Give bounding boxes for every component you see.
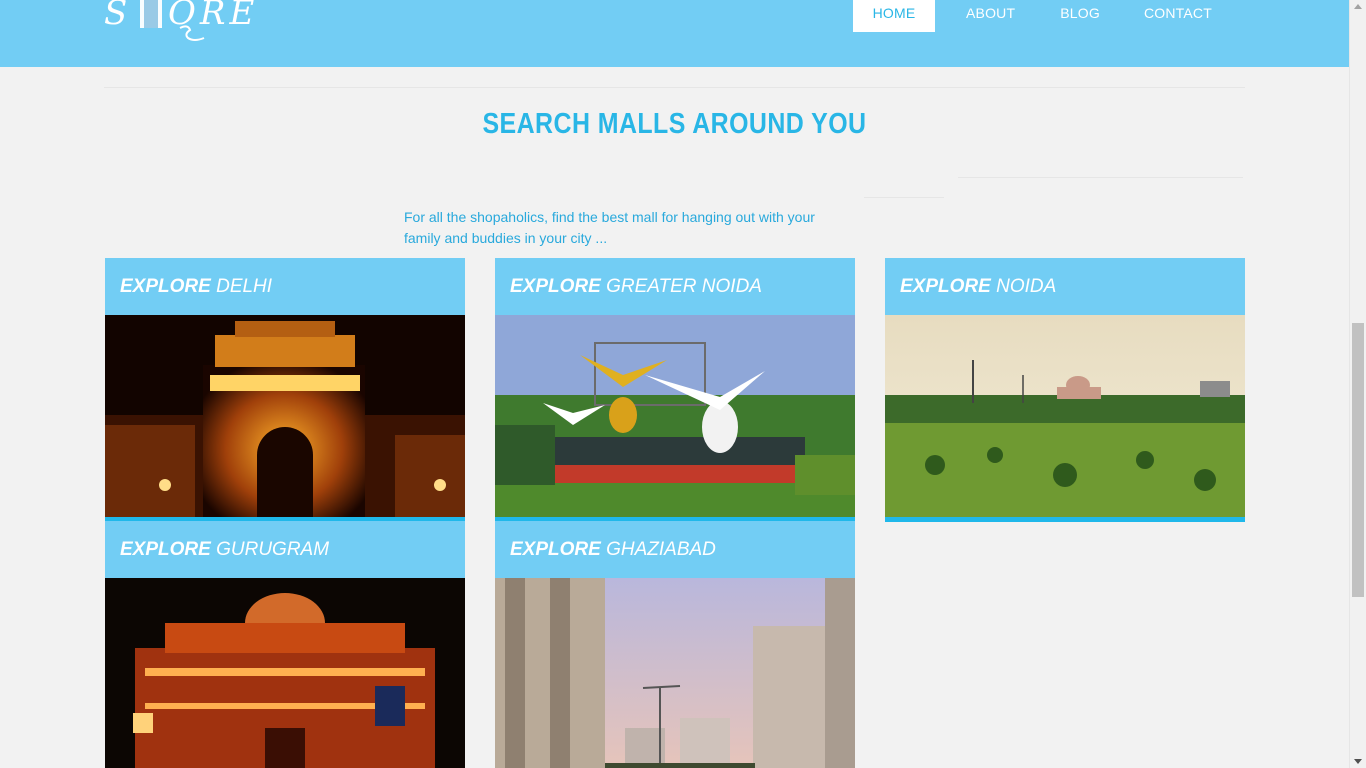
explore-card-delhi[interactable]: EXPLORE DELHI bbox=[105, 258, 465, 522]
card-heading[interactable]: EXPLORE GHAZIABAD bbox=[495, 521, 855, 578]
nav-contact[interactable]: CONTACT bbox=[1144, 0, 1212, 32]
svg-text:S: S bbox=[104, 0, 133, 33]
scroll-thumb[interactable] bbox=[1352, 323, 1364, 597]
page-tagline: For all the shopaholics, find the best m… bbox=[404, 209, 815, 246]
explore-card-ghaziabad[interactable]: EXPLORE GHAZIABAD bbox=[495, 521, 855, 768]
kingdom-of-dreams-night-image[interactable] bbox=[105, 578, 465, 768]
india-gate-night-image[interactable] bbox=[105, 315, 465, 517]
explore-label: EXPLORE bbox=[510, 276, 601, 297]
page-title: SEARCH MALLS AROUND YOU bbox=[482, 108, 867, 140]
decorative-divider bbox=[864, 197, 944, 198]
main-nav: HOME ABOUT BLOG CONTACT bbox=[853, 0, 1212, 32]
site-header: S ORE HOME ABOUT BLOG CONTACT bbox=[0, 0, 1349, 67]
city-name: DELHI bbox=[216, 276, 273, 297]
explore-card-greater-noida[interactable]: EXPLORE GREATER NOIDA bbox=[495, 258, 855, 522]
angel-statues-fountain-image[interactable] bbox=[495, 315, 855, 517]
city-name: NOIDA bbox=[996, 276, 1057, 297]
explore-label: EXPLORE bbox=[120, 539, 211, 560]
card-heading[interactable]: EXPLORE GREATER NOIDA bbox=[495, 258, 855, 315]
city-name: GHAZIABAD bbox=[606, 539, 716, 560]
explore-card-gurugram[interactable]: EXPLORE GURUGRAM bbox=[105, 521, 465, 768]
explore-label: EXPLORE bbox=[900, 276, 991, 297]
explore-label: EXPLORE bbox=[510, 539, 601, 560]
card-accent-bar bbox=[885, 517, 1245, 522]
city-name: GREATER NOIDA bbox=[606, 276, 762, 297]
decorative-divider bbox=[958, 177, 1243, 178]
explore-label: EXPLORE bbox=[120, 276, 211, 297]
card-heading[interactable]: EXPLORE DELHI bbox=[105, 258, 465, 315]
nav-home[interactable]: HOME bbox=[853, 0, 935, 32]
explore-card-noida[interactable]: EXPLORE NOIDA bbox=[885, 258, 1245, 522]
card-heading[interactable]: EXPLORE NOIDA bbox=[885, 258, 1245, 315]
store-logo[interactable]: S ORE bbox=[104, 0, 254, 44]
vertical-scrollbar[interactable] bbox=[1349, 0, 1366, 768]
scroll-down-arrow-icon[interactable] bbox=[1354, 759, 1362, 764]
green-park-landscape-image[interactable] bbox=[885, 315, 1245, 517]
nav-blog[interactable]: BLOG bbox=[1060, 0, 1100, 32]
scroll-up-arrow-icon[interactable] bbox=[1354, 4, 1362, 9]
card-heading[interactable]: EXPLORE GURUGRAM bbox=[105, 521, 465, 578]
city-name: GURUGRAM bbox=[216, 539, 330, 560]
nav-about[interactable]: ABOUT bbox=[966, 0, 1015, 32]
highrise-buildings-image[interactable] bbox=[495, 578, 855, 768]
header-divider bbox=[104, 87, 1245, 88]
